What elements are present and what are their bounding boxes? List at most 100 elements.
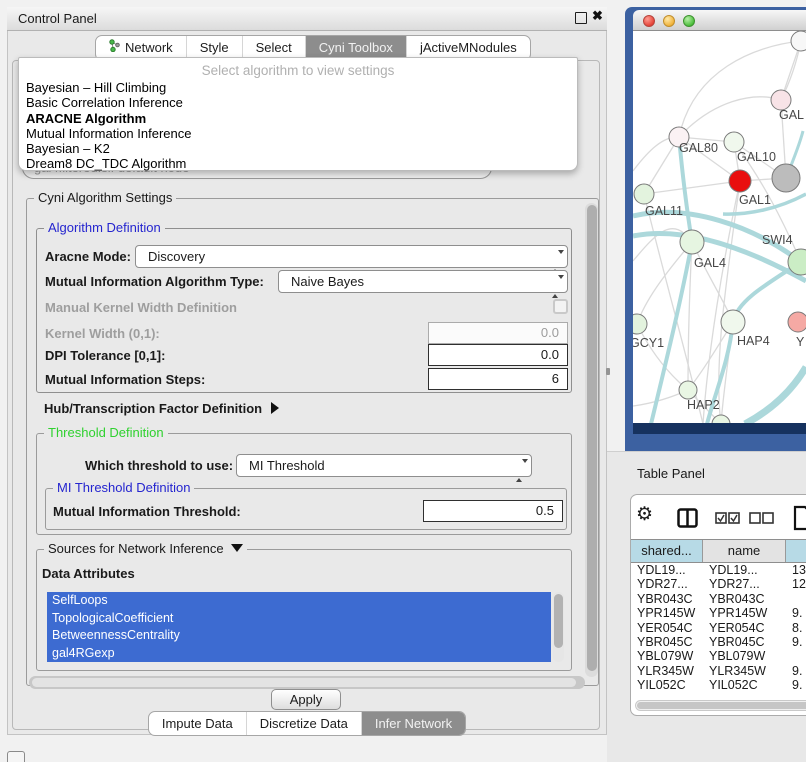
document-icon[interactable] xyxy=(793,505,806,531)
node-HAP2[interactable] xyxy=(679,381,697,399)
mi-threshold-field[interactable]: 0.5 xyxy=(423,500,563,522)
hub-definition-toggle[interactable]: Hub/Transcription Factor Definition xyxy=(44,401,279,416)
scrollbar-thumb[interactable] xyxy=(587,205,597,671)
table-row[interactable]: YIL052CYIL052C9. xyxy=(631,678,806,691)
cell-value: 9. xyxy=(786,678,802,691)
table-row[interactable]: YDR27...YDR27...12 xyxy=(631,577,806,591)
panel-splitter-handle[interactable] xyxy=(606,368,610,375)
scrollbar-thumb[interactable] xyxy=(554,594,563,648)
node-unlabeled[interactable] xyxy=(712,415,730,423)
manual-kernel-checkbox[interactable] xyxy=(553,299,568,314)
network-view-canvas[interactable]: GALGAL80GAL10GAL1GAL11GAL4SWI4GCY1HAP4YH… xyxy=(633,31,806,423)
gear-icon[interactable]: ⚙ xyxy=(636,503,653,526)
minimized-panel-icon[interactable] xyxy=(7,751,25,762)
node-GAL4[interactable] xyxy=(680,230,704,254)
scrollbar-thumb[interactable] xyxy=(637,702,806,709)
scrollbar-thumb[interactable] xyxy=(32,678,576,687)
zoom-traffic-light[interactable] xyxy=(683,15,695,27)
stepper-icon xyxy=(552,276,560,297)
bottom-tab-discretize-data[interactable]: Discretize Data xyxy=(246,712,361,735)
cell-name: YBR045C xyxy=(703,635,786,649)
cell-shared-name: YBR043C xyxy=(631,592,703,606)
settings-vertical-scrollbar[interactable] xyxy=(585,203,598,677)
node-label-GAL1: GAL1 xyxy=(739,193,771,207)
algorithm-option[interactable]: Basic Correlation Inference xyxy=(19,95,577,110)
cyni-algorithm-settings-title: Cyni Algorithm Settings xyxy=(34,190,176,205)
table-row[interactable]: YLR345WYLR345W9. xyxy=(631,664,806,678)
select-all-checkboxes-icon[interactable] xyxy=(715,512,740,525)
node-GAL1[interactable] xyxy=(729,170,751,192)
table-row[interactable]: YBR045CYBR045C9. xyxy=(631,635,806,649)
algorithm-definition-title: Algorithm Definition xyxy=(44,220,165,235)
apply-button[interactable]: Apply xyxy=(271,689,341,710)
aracne-mode-label: Aracne Mode: xyxy=(45,249,131,264)
mi-type-select[interactable]: Naive Bayes xyxy=(278,270,568,293)
bottom-tab-infer-network[interactable]: Infer Network xyxy=(361,712,465,735)
close-traffic-light[interactable] xyxy=(643,15,655,27)
attribute-item-selected[interactable]: gal4RGexp xyxy=(47,645,551,663)
node-GAL[interactable] xyxy=(771,90,791,110)
tab-label: jActiveMNodules xyxy=(420,37,517,59)
cyni-algorithm-settings-group: Cyni Algorithm Settings Algorithm Defini… xyxy=(26,198,599,686)
node-unlabeled[interactable] xyxy=(772,164,800,192)
attribute-item-selected[interactable]: TopologicalCoefficient xyxy=(47,610,551,628)
settings-horizontal-scrollbar[interactable] xyxy=(29,676,585,689)
tab-label: Select xyxy=(256,37,292,59)
algorithm-option[interactable]: Mutual Information Inference xyxy=(19,126,577,141)
node-label-GAL: GAL xyxy=(779,108,804,122)
cell-value xyxy=(786,592,792,606)
cell-value: 9. xyxy=(786,664,802,678)
table-header-row: shared...nameA xyxy=(631,539,806,563)
node-GCY1[interactable] xyxy=(633,314,647,334)
which-threshold-select[interactable]: MI Threshold xyxy=(236,454,532,477)
columns-icon[interactable] xyxy=(677,508,698,528)
node-Y[interactable] xyxy=(788,312,806,332)
algorithm-option[interactable]: Dream8 DC_TDC Algorithm xyxy=(19,156,577,171)
aracne-mode-select[interactable]: Discovery xyxy=(135,245,568,268)
table-row[interactable]: YDL19...YDL19...13 xyxy=(631,563,806,577)
node-GAL10[interactable] xyxy=(724,132,744,152)
cell-value xyxy=(786,649,792,663)
expand-right-icon[interactable] xyxy=(271,402,279,414)
network-window-titlebar[interactable] xyxy=(633,10,806,31)
minimize-traffic-light[interactable] xyxy=(663,15,675,27)
mi-steps-field[interactable]: 6 xyxy=(428,368,568,390)
table-column-header[interactable]: name xyxy=(703,540,786,562)
deselect-all-checkboxes-icon[interactable] xyxy=(749,512,774,525)
node-GAL11[interactable] xyxy=(634,184,654,204)
node-label-SWI4: SWI4 xyxy=(762,233,793,247)
table-rows: YDL19...YDL19...13YDR27...YDR27...12YBR0… xyxy=(631,563,806,691)
node-label-HAP4: HAP4 xyxy=(737,334,770,348)
node-unlabeled[interactable] xyxy=(791,31,806,51)
attribute-item-selected[interactable]: SelfLoops xyxy=(47,592,551,610)
algorithm-dropdown-placeholder: Select algorithm to view settings xyxy=(19,61,577,80)
table-row[interactable]: YBR043CYBR043C xyxy=(631,592,806,606)
close-icon[interactable]: ✖ xyxy=(592,8,603,24)
node-HAP4[interactable] xyxy=(721,310,745,334)
table-column-header[interactable]: A xyxy=(786,540,806,562)
algorithm-option[interactable]: ARACNE Algorithm xyxy=(19,111,577,126)
algorithm-option[interactable]: Bayesian – K2 xyxy=(19,141,577,156)
cell-name: YLR345W xyxy=(703,664,786,678)
table-row[interactable]: YPR145WYPR145W9. xyxy=(631,606,806,620)
table-column-header[interactable]: shared... xyxy=(631,540,703,562)
float-window-icon[interactable] xyxy=(575,12,587,24)
attribute-item-selected[interactable]: BetweennessCentrality xyxy=(47,627,551,645)
stepper-icon xyxy=(516,460,524,481)
sources-toggle[interactable]: Sources for Network Inference xyxy=(44,541,247,556)
which-threshold-value: MI Threshold xyxy=(249,458,325,473)
kernel-width-field[interactable]: 0.0 xyxy=(428,322,568,344)
collapse-down-icon[interactable] xyxy=(231,544,243,552)
attributes-vertical-scrollbar[interactable] xyxy=(553,592,564,662)
stepper-icon xyxy=(552,251,560,272)
algorithm-option[interactable]: Bayesian – Hill Climbing xyxy=(19,80,577,95)
cell-shared-name: YBL079W xyxy=(631,649,703,663)
table-row[interactable]: YER054CYER054C8. xyxy=(631,621,806,635)
table-horizontal-scrollbar[interactable] xyxy=(635,700,806,711)
cell-name: YDR27... xyxy=(703,577,786,591)
cell-shared-name: YDR27... xyxy=(631,577,703,591)
network-graph[interactable]: GALGAL80GAL10GAL1GAL11GAL4SWI4GCY1HAP4YH… xyxy=(633,31,806,423)
bottom-tab-impute-data[interactable]: Impute Data xyxy=(149,712,246,735)
table-row[interactable]: YBL079WYBL079W xyxy=(631,649,806,663)
dpi-tolerance-field[interactable]: 0.0 xyxy=(428,344,568,366)
